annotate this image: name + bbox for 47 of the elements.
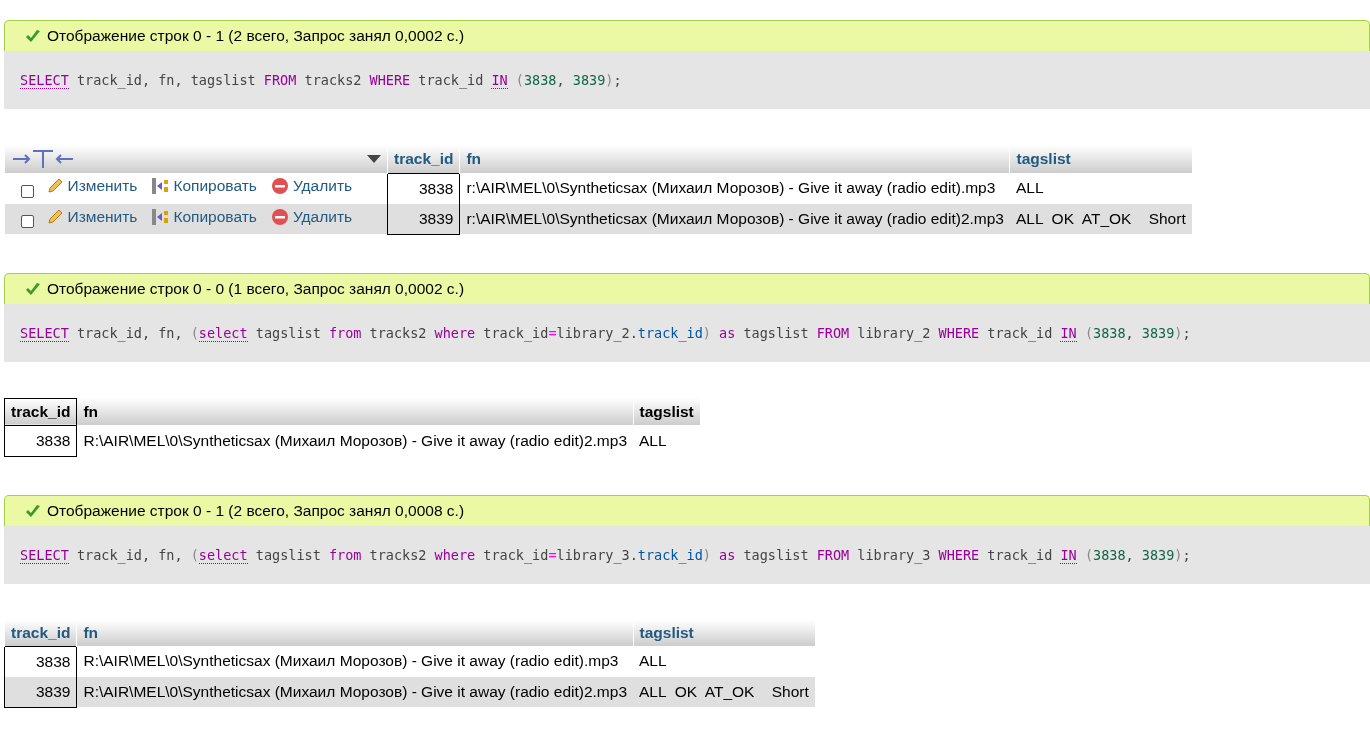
table-cell: R:\AIR\MEL\0\Syntheticsax (Михаил Морозов) - Give it away (radio edit).mp3 <box>76 646 633 677</box>
sql-query: SELECT track_id, fn, (select tagslist from tracks2 where track_id=library_2.track_id) as tagslist FROM library_2 WHERE track_id IN (3838, 3839); <box>20 324 1191 341</box>
table-cell: ALL OK AT_OK Short <box>1010 203 1192 234</box>
table-cell: R:\AIR\MEL\0\Syntheticsax (Михаил Морозов) - Give it away (radio edit)2.mp3 <box>76 676 633 707</box>
column-header: track_id <box>4 398 77 425</box>
caret-icon[interactable] <box>367 154 381 164</box>
copy-arrows-icon <box>151 207 170 226</box>
table-cell: r:\AIR\MEL\0\Syntheticsax (Михаил Морозов) - Give it away (radio edit).mp3 <box>459 173 1010 204</box>
delete-icon <box>270 207 289 226</box>
column-header[interactable]: track_id <box>387 145 460 173</box>
message-text: Отображение строк 0 - 1 (2 всего, Запрос занял 0,0008 с.) <box>47 501 465 520</box>
sql-query: SELECT track_id, fn, tagslist FROM tracks2 WHERE track_id IN (3838, 3839); <box>20 72 622 88</box>
delete-link[interactable]: Удалить <box>270 177 353 196</box>
table-cell: 3838 <box>387 173 460 204</box>
edit-link[interactable]: Изменить <box>45 177 138 196</box>
row-checkbox[interactable] <box>20 215 34 229</box>
copy-link[interactable]: Копировать <box>151 177 257 196</box>
table-cell: 3838 <box>4 646 77 677</box>
column-header[interactable]: tagslist <box>633 619 815 646</box>
table-cell: r:\AIR\MEL\0\Syntheticsax (Михаил Морозов) - Give it away (radio edit)2.mp3 <box>459 203 1010 234</box>
sql-query: SELECT track_id, fn, (select tagslist from tracks2 where track_id=library_3.track_id) as tagslist FROM library_3 WHERE track_id IN (3838, 3839); <box>20 546 1191 563</box>
delete-icon <box>270 177 289 196</box>
copy-link[interactable]: Копировать <box>151 207 257 226</box>
table-cell: ALL <box>1010 173 1192 204</box>
row-checkbox[interactable] <box>20 184 34 198</box>
message-text: Отображение строк 0 - 1 (2 всего, Запрос занял 0,0002 с.) <box>47 27 465 45</box>
checkmark-icon <box>25 281 41 296</box>
copy-arrows-icon <box>151 177 170 196</box>
table-cell: 3839 <box>387 203 460 234</box>
message-text: Отображение строк 0 - 0 (1 всего, Запрос занял 0,0002 с.) <box>47 279 465 298</box>
edit-link[interactable]: Изменить <box>45 207 138 226</box>
column-header[interactable]: track_id <box>4 619 77 646</box>
column-header: tagslist <box>633 398 700 425</box>
checkmark-icon <box>25 503 41 518</box>
delete-link[interactable]: Удалить <box>270 207 353 226</box>
column-header[interactable]: tagslist <box>1010 145 1192 173</box>
column-header[interactable]: fn <box>76 619 633 646</box>
pencil-icon <box>45 177 64 196</box>
table-cell: ALL OK AT_OK Short <box>633 676 815 707</box>
table-cell: R:\AIR\MEL\0\Syntheticsax (Михаил Морозов) - Give it away (radio edit)2.mp3 <box>76 425 633 456</box>
pencil-icon <box>45 207 64 226</box>
column-header: fn <box>76 398 633 425</box>
table-cell: 3839 <box>4 676 77 707</box>
column-header[interactable]: fn <box>459 145 1010 173</box>
checkmark-icon <box>25 29 41 43</box>
table-cell: 3838 <box>4 425 77 456</box>
column-resize-icon[interactable] <box>11 149 75 169</box>
